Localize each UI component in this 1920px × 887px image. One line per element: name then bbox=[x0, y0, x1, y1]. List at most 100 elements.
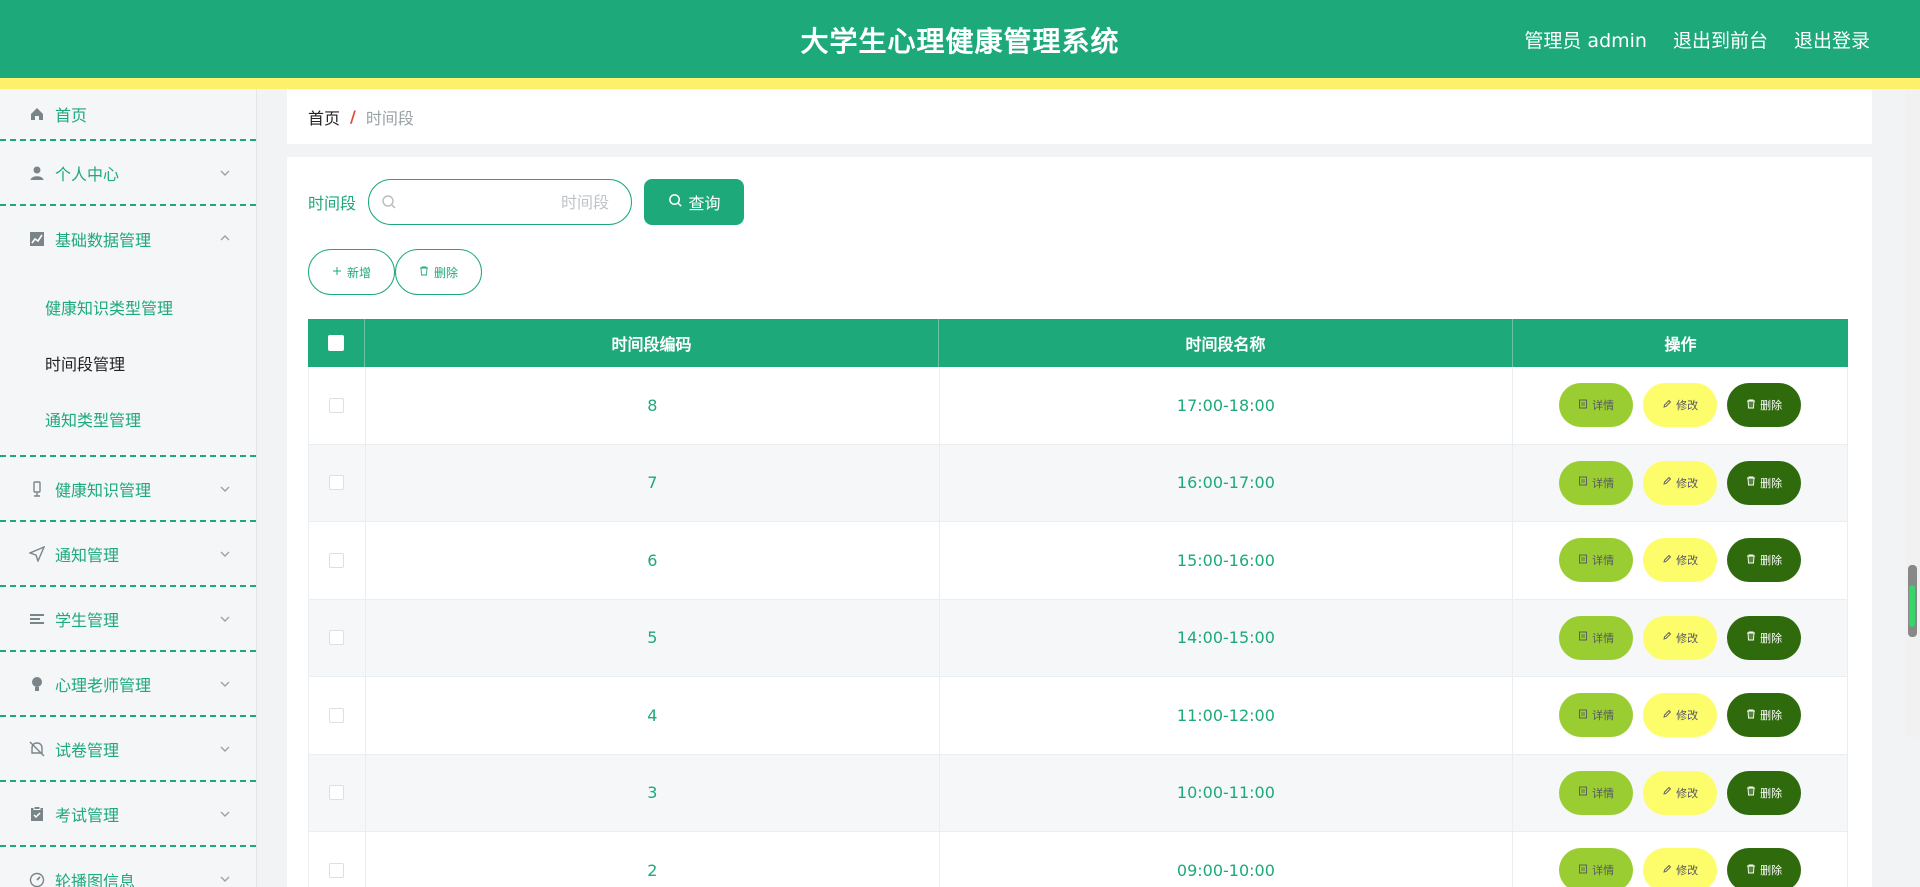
row-checkbox[interactable] bbox=[329, 862, 345, 878]
edit-button[interactable]: 修改 bbox=[1643, 848, 1718, 887]
sidebar-item-label: 试卷管理 bbox=[55, 740, 120, 760]
sidebar-item-notice-type[interactable]: 通知类型管理 bbox=[0, 391, 256, 447]
delete-button[interactable]: 删除 bbox=[1727, 383, 1802, 428]
edit-button[interactable]: 修改 bbox=[1643, 460, 1718, 505]
detail-button[interactable]: 详情 bbox=[1559, 848, 1634, 887]
row-checkbox[interactable] bbox=[329, 785, 345, 801]
detail-button[interactable]: 详情 bbox=[1559, 383, 1634, 428]
edit-button[interactable]: 修改 bbox=[1643, 693, 1718, 738]
breadcrumb-home[interactable]: 首页 bbox=[308, 105, 340, 129]
sidebar-item-exam[interactable]: 考试管理 bbox=[0, 782, 256, 847]
add-button[interactable]: 新增 bbox=[308, 249, 395, 295]
edit-button[interactable]: 修改 bbox=[1643, 615, 1718, 660]
chevron-down-icon bbox=[218, 546, 232, 560]
cell-name: 11:00-12:00 bbox=[940, 677, 1514, 754]
cell-actions: 详情 修改 删除 bbox=[1513, 599, 1848, 676]
sidebar-item-home[interactable]: 首页 bbox=[0, 89, 256, 141]
table-row: 5 14:00-15:00 详情 修改 删除 bbox=[308, 599, 1848, 677]
mic-icon bbox=[28, 480, 45, 497]
edit-button-label: 修改 bbox=[1676, 554, 1699, 568]
detail-button[interactable]: 详情 bbox=[1559, 615, 1634, 660]
trash-icon bbox=[419, 265, 429, 279]
trash-icon bbox=[1746, 399, 1756, 412]
sidebar-item-health-knowledge[interactable]: 健康知识管理 bbox=[0, 457, 256, 522]
sidebar-item-student[interactable]: 学生管理 bbox=[0, 587, 256, 652]
row-checkbox[interactable] bbox=[329, 397, 345, 413]
document-icon bbox=[1578, 554, 1588, 567]
main-content: 时间段 查询 新增 删除 时间段编码 时间段名称 操作 bbox=[287, 157, 1872, 887]
delete-button[interactable]: 删除 bbox=[1727, 848, 1802, 887]
cell-actions: 详情 修改 删除 bbox=[1513, 754, 1848, 831]
row-checkbox[interactable] bbox=[329, 630, 345, 646]
edit-button[interactable]: 修改 bbox=[1643, 538, 1718, 583]
select-all-checkbox[interactable] bbox=[328, 335, 344, 351]
batch-delete-button[interactable]: 删除 bbox=[395, 249, 482, 295]
table-body: 8 17:00-18:00 详情 修改 删除 7 16:00-17:00 详情 修改 删除 6 15:… bbox=[308, 367, 1848, 887]
cell-name: 09:00-10:00 bbox=[940, 832, 1514, 887]
row-checkbox[interactable] bbox=[329, 707, 345, 723]
cell-name: 10:00-11:00 bbox=[940, 754, 1514, 831]
cell-actions: 详情 修改 删除 bbox=[1513, 522, 1848, 599]
delete-button[interactable]: 删除 bbox=[1727, 770, 1802, 815]
user-icon bbox=[28, 164, 45, 181]
logout-link[interactable]: 退出登录 bbox=[1794, 26, 1870, 53]
table-row: 3 10:00-11:00 详情 修改 删除 bbox=[308, 754, 1848, 832]
cell-name: 16:00-17:00 bbox=[940, 444, 1514, 521]
sidebar-item-basic-data[interactable]: 基础数据管理 bbox=[0, 206, 256, 271]
table-row: 6 15:00-16:00 详情 修改 删除 bbox=[308, 522, 1848, 600]
edit-button[interactable]: 修改 bbox=[1643, 383, 1718, 428]
gauge-icon bbox=[28, 871, 45, 887]
front-link[interactable]: 退出到前台 bbox=[1673, 26, 1768, 53]
vertical-scrollbar[interactable] bbox=[1905, 89, 1920, 737]
sidebar-item-exam-paper[interactable]: 试卷管理 bbox=[0, 717, 256, 782]
detail-button[interactable]: 详情 bbox=[1559, 538, 1634, 583]
scrollbar-highlight bbox=[1909, 585, 1915, 627]
sidebar-item-personal-center[interactable]: 个人中心 bbox=[0, 141, 256, 206]
query-button[interactable]: 查询 bbox=[644, 179, 745, 225]
document-icon bbox=[1578, 399, 1588, 412]
pencil-icon bbox=[1662, 786, 1672, 799]
trash-icon bbox=[1746, 631, 1756, 644]
delete-button[interactable]: 删除 bbox=[1727, 460, 1802, 505]
row-checkbox-cell bbox=[309, 832, 366, 887]
sidebar-item-carousel[interactable]: 轮播图信息 bbox=[0, 847, 256, 887]
admin-user-link[interactable]: 管理员 admin bbox=[1524, 26, 1647, 53]
detail-button[interactable]: 详情 bbox=[1559, 770, 1634, 815]
row-checkbox[interactable] bbox=[329, 552, 345, 568]
edit-button[interactable]: 修改 bbox=[1643, 770, 1718, 815]
detail-button-label: 详情 bbox=[1592, 554, 1615, 568]
chart-icon bbox=[28, 230, 45, 247]
search-box[interactable] bbox=[368, 179, 633, 225]
pencil-icon bbox=[1662, 631, 1672, 644]
detail-button[interactable]: 详情 bbox=[1559, 460, 1634, 505]
search-input[interactable] bbox=[409, 190, 620, 214]
sidebar-item-health-knowledge-type[interactable]: 健康知识类型管理 bbox=[0, 279, 256, 335]
table-row: 4 11:00-12:00 详情 修改 删除 bbox=[308, 677, 1848, 755]
search-icon bbox=[668, 193, 683, 212]
search-icon bbox=[381, 194, 397, 210]
row-checkbox[interactable] bbox=[329, 475, 345, 491]
clipboard-icon bbox=[28, 805, 45, 822]
pencil-icon bbox=[1662, 709, 1672, 722]
trash-icon bbox=[1746, 709, 1756, 722]
sidebar-item-notice[interactable]: 通知管理 bbox=[0, 522, 256, 587]
pencil-icon bbox=[1662, 399, 1672, 412]
delete-button[interactable]: 删除 bbox=[1727, 538, 1802, 583]
edit-button-label: 修改 bbox=[1676, 709, 1699, 723]
sidebar-item-teacher[interactable]: 心理老师管理 bbox=[0, 652, 256, 717]
delete-button[interactable]: 删除 bbox=[1727, 693, 1802, 738]
pencil-icon bbox=[1662, 476, 1672, 489]
document-icon bbox=[1578, 786, 1588, 799]
detail-button[interactable]: 详情 bbox=[1559, 693, 1634, 738]
sidebar-item-label: 健康知识管理 bbox=[55, 480, 152, 500]
detail-button-label: 详情 bbox=[1592, 709, 1615, 723]
column-header-actions: 操作 bbox=[1664, 335, 1697, 354]
delete-button-label: 删除 bbox=[1760, 709, 1783, 723]
list-icon bbox=[28, 610, 45, 627]
chevron-down-icon bbox=[218, 676, 232, 690]
cell-code: 4 bbox=[366, 677, 940, 754]
sidebar-item-time-slot[interactable]: 时间段管理 bbox=[0, 335, 256, 391]
chevron-down-icon bbox=[218, 806, 232, 820]
delete-button[interactable]: 删除 bbox=[1727, 615, 1802, 660]
delete-button-label: 删除 bbox=[1760, 476, 1783, 490]
